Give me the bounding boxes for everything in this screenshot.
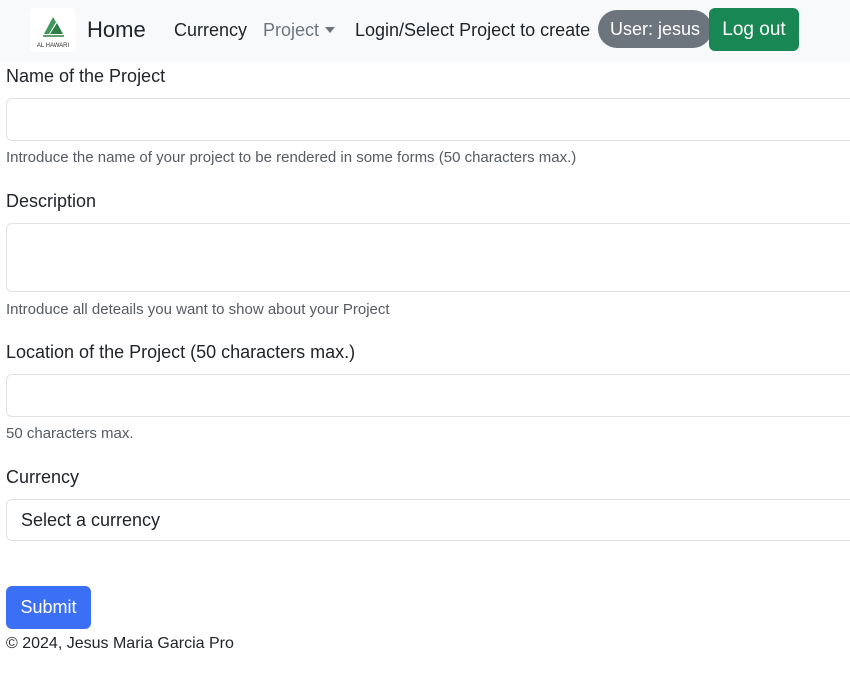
navbar: AL HAWARI Home Currency Project Login/Se…	[0, 0, 850, 62]
submit-button[interactable]: Submit	[6, 586, 91, 629]
location-label: Location of the Project (50 characters m…	[6, 342, 356, 362]
nav-login-select-link[interactable]: Login/Select Project to create	[355, 20, 590, 41]
logo-mark-icon: AL HAWARI	[37, 17, 70, 49]
currency-select[interactable]: Select a currency	[6, 499, 850, 541]
description-textarea[interactable]	[6, 223, 850, 292]
description-help: Introduce all deteails you want to show …	[6, 301, 390, 318]
logout-button[interactable]: Log out	[709, 8, 799, 51]
location-input[interactable]	[6, 374, 850, 417]
project-name-input[interactable]	[6, 98, 850, 141]
project-name-label: Name of the Project	[6, 66, 166, 86]
chevron-down-icon	[325, 27, 336, 33]
nav-project-dropdown[interactable]: Project	[263, 20, 336, 41]
project-name-help: Introduce the name of your project to be…	[6, 149, 577, 166]
location-help: 50 characters max.	[6, 425, 134, 442]
currency-label: Currency	[6, 467, 80, 487]
nav-project-label: Project	[263, 20, 320, 40]
footer-copyright: © 2024, Jesus Maria Garcia Pro	[6, 635, 234, 652]
nav-currency-link[interactable]: Currency	[174, 20, 247, 41]
home-link[interactable]: Home	[87, 17, 146, 43]
description-label: Description	[6, 191, 97, 211]
logo-text: AL HAWARI	[37, 43, 70, 49]
company-logo[interactable]: AL HAWARI	[30, 8, 76, 52]
user-badge: User: jesus	[598, 10, 713, 48]
